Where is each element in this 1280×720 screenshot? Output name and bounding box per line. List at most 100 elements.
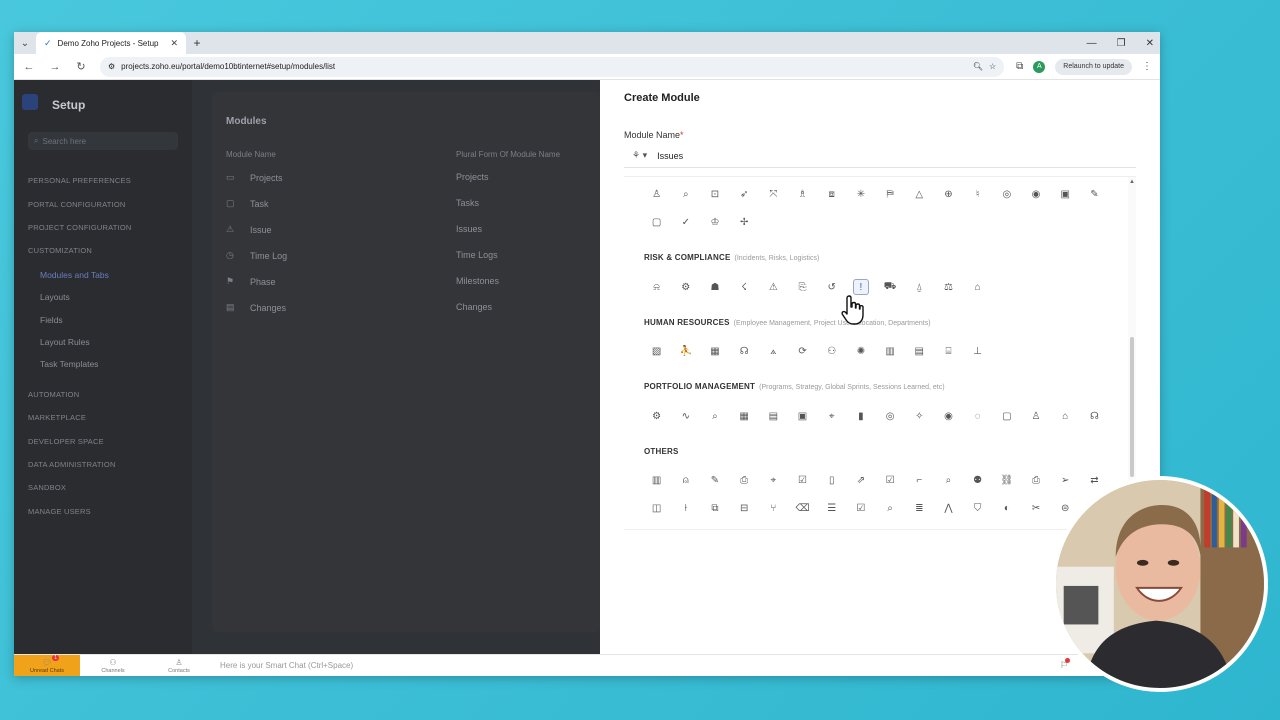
send-icon[interactable]: ➢ bbox=[1051, 472, 1080, 488]
inbox-icon[interactable]: ⊟ bbox=[730, 500, 759, 516]
sidebar-item-task-templates[interactable]: Task Templates bbox=[40, 359, 98, 369]
spark-icon[interactable]: ✳ bbox=[846, 186, 875, 202]
shield-icon[interactable]: ⛉ bbox=[963, 500, 992, 516]
close-window-icon[interactable]: ✕ bbox=[1146, 38, 1154, 49]
globe-icon[interactable]: ⊕ bbox=[934, 186, 963, 202]
search-doc-icon[interactable]: ⌕ bbox=[934, 472, 963, 488]
sidebar-section-sandbox[interactable]: SANDBOX bbox=[28, 483, 66, 492]
unread-chats-button[interactable]: 💬︎ 1 Unread Chats bbox=[14, 654, 80, 676]
helmet-icon[interactable]: ☗ bbox=[700, 279, 729, 295]
handshake-icon[interactable]: ☊ bbox=[730, 343, 759, 359]
group-icon[interactable]: ⚇ bbox=[817, 343, 846, 359]
copy-icon[interactable]: ⧉ bbox=[700, 500, 729, 516]
chat-icon[interactable]: ◌ bbox=[963, 408, 992, 424]
magnifier-icon[interactable]: ⌕ bbox=[700, 408, 729, 424]
factory-icon[interactable]: ⌂ bbox=[963, 279, 992, 295]
relaunch-button[interactable]: Relaunch to update bbox=[1055, 58, 1132, 75]
cap-icon[interactable]: ⌂ bbox=[1051, 408, 1080, 424]
sidebar-section-personal[interactable]: PERSONAL PREFERENCES bbox=[28, 176, 131, 185]
bank-icon[interactable]: ⌸ bbox=[934, 343, 963, 359]
checklist-icon[interactable]: ☑ bbox=[788, 472, 817, 488]
tab-search-icon[interactable]: ⌄ bbox=[14, 32, 36, 54]
gavel-icon[interactable]: ⚖ bbox=[934, 279, 963, 295]
export-icon[interactable]: ⇗ bbox=[846, 472, 875, 488]
restore-icon[interactable]: ❐ bbox=[1117, 38, 1126, 49]
calendar-icon[interactable]: ▦ bbox=[730, 408, 759, 424]
bug-icon[interactable]: ⚉ bbox=[963, 472, 992, 488]
sidebar-item-modules-tabs[interactable]: Modules and Tabs bbox=[40, 270, 109, 280]
sidebar-section-data-admin[interactable]: DATA ADMINISTRATION bbox=[28, 460, 116, 469]
ticket-icon[interactable]: ▥ bbox=[642, 472, 671, 488]
archive-icon[interactable]: ▤ bbox=[759, 408, 788, 424]
expand-icon[interactable]: ⤧ bbox=[759, 186, 788, 202]
clipboard-icon[interactable]: ▢ bbox=[992, 408, 1021, 424]
rocket-icon[interactable]: ➶ bbox=[730, 186, 759, 202]
minimize-icon[interactable]: — bbox=[1087, 38, 1097, 49]
sidebar-section-customization[interactable]: CUSTOMIZATION bbox=[28, 246, 92, 255]
building-icon[interactable]: ▥ bbox=[876, 343, 905, 359]
burst-icon[interactable]: ✺ bbox=[846, 343, 875, 359]
doc-check-icon[interactable]: ☑ bbox=[846, 500, 875, 516]
module-row-changes[interactable]: ▤ Changes bbox=[226, 302, 286, 313]
hierarchy-icon[interactable]: ⟑ bbox=[759, 343, 788, 359]
check-hand-icon[interactable]: ✓ bbox=[671, 214, 700, 230]
user-icon[interactable]: ♙ bbox=[1021, 408, 1050, 424]
module-row-projects[interactable]: ▭ Projects bbox=[226, 172, 283, 183]
link-icon[interactable]: ⛓ bbox=[992, 472, 1021, 488]
sync-user-icon[interactable]: ⟳ bbox=[788, 343, 817, 359]
org-chart-icon[interactable]: ⊥ bbox=[963, 343, 992, 359]
bullet-list-icon[interactable]: ≣ bbox=[905, 500, 934, 516]
target-icon[interactable]: ◎ bbox=[992, 186, 1021, 202]
flow-icon[interactable]: ⇄ bbox=[1080, 472, 1109, 488]
truck-icon[interactable]: ⛟ bbox=[876, 279, 905, 295]
person-icon[interactable]: ♙ bbox=[642, 186, 671, 202]
sidebar-section-automation[interactable]: AUTOMATION bbox=[28, 390, 79, 399]
focus-icon[interactable]: ⊡ bbox=[700, 186, 729, 202]
portfolio-icon[interactable]: ⚙ bbox=[642, 408, 671, 424]
site-info-icon[interactable]: ⚙ bbox=[108, 62, 115, 71]
sidebar-section-portal[interactable]: PORTAL CONFIGURATION bbox=[28, 200, 125, 209]
module-row-issue[interactable]: ⚠ Issue bbox=[226, 224, 272, 235]
extensions-icon[interactable]: ⧉ bbox=[1016, 61, 1023, 72]
profile-avatar[interactable]: A bbox=[1033, 60, 1046, 73]
id-card-icon[interactable]: ▢ bbox=[642, 214, 671, 230]
line-chart-icon[interactable]: ⋀ bbox=[934, 500, 963, 516]
trash-icon[interactable]: ⌫ bbox=[788, 500, 817, 516]
branch-icon[interactable]: ⑂ bbox=[759, 500, 788, 516]
scroll-thumb[interactable] bbox=[1130, 337, 1134, 477]
bar-chart-icon[interactable]: ▮ bbox=[846, 408, 875, 424]
module-row-timelog[interactable]: ◷ Time Log bbox=[226, 250, 287, 261]
zoom-icon[interactable]: 🔍︎ bbox=[973, 62, 983, 71]
channels-button[interactable]: ⚇ Channels bbox=[80, 658, 146, 674]
book-icon[interactable]: ▯ bbox=[817, 472, 846, 488]
close-tab-icon[interactable]: ✕ bbox=[170, 38, 178, 49]
award-icon[interactable]: ♔ bbox=[700, 214, 729, 230]
sidebar-item-layouts[interactable]: Layouts bbox=[40, 292, 70, 302]
file-search-icon[interactable]: ⌕ bbox=[876, 500, 905, 516]
palette-icon[interactable]: ◐ bbox=[992, 500, 1021, 516]
stairs-icon[interactable]: ⌐ bbox=[905, 472, 934, 488]
new-tab-button[interactable]: + bbox=[186, 36, 208, 50]
module-name-input[interactable]: ⚘ ▾ Issues bbox=[624, 144, 1136, 168]
hand-shield-icon[interactable]: ☇ bbox=[730, 279, 759, 295]
module-row-phase[interactable]: ⚑ Phase bbox=[226, 276, 276, 287]
radar-icon[interactable]: ◎ bbox=[876, 408, 905, 424]
clipboard-check-icon[interactable]: ☑ bbox=[876, 472, 905, 488]
wand-icon[interactable]: ✧ bbox=[905, 408, 934, 424]
doc-search-icon[interactable]: ⎘ bbox=[788, 279, 817, 295]
note-icon[interactable]: ▣ bbox=[1051, 186, 1080, 202]
app-logo-icon[interactable] bbox=[22, 94, 38, 110]
module-row-task[interactable]: ▢ Task bbox=[226, 198, 269, 209]
goal-icon[interactable]: ◉ bbox=[1021, 186, 1050, 202]
office-icon[interactable]: ▤ bbox=[905, 343, 934, 359]
gear-icon[interactable]: ⚙ bbox=[671, 279, 700, 295]
sidebar-section-manage-users[interactable]: MANAGE USERS bbox=[28, 507, 91, 516]
pyramid-icon[interactable]: △ bbox=[905, 186, 934, 202]
list-icon[interactable]: ☰ bbox=[817, 500, 846, 516]
shield-alert-icon[interactable]: ! bbox=[846, 279, 875, 295]
icon-picker-dropdown[interactable]: ⚘ ▾ bbox=[632, 150, 647, 161]
badge-icon[interactable]: ▧ bbox=[642, 343, 671, 359]
file-clock-icon[interactable]: ⎙ bbox=[730, 472, 759, 488]
reload-icon[interactable]: ↻ bbox=[74, 60, 88, 73]
lock-icon[interactable]: ⍙ bbox=[905, 279, 934, 295]
